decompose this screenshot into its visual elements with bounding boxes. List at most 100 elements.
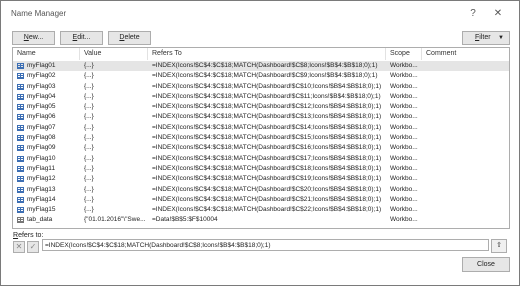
new-button[interactable]: New... [12, 31, 55, 45]
cell-value: {...} [84, 123, 94, 131]
table-row[interactable]: myFlag03 {...} =INDEX(Icons!$C$4:$C$18;MAT… [13, 82, 509, 92]
cell-scope: Workbo... [390, 72, 418, 80]
cell-refers-to: =INDEX(Icons!$C$4:$C$18;MATCH(Dashboard!… [152, 72, 378, 80]
cell-value: {...} [84, 92, 94, 100]
filter-button[interactable]: Filter ▼ [462, 31, 510, 45]
cell-name: myFlag02 [27, 72, 56, 80]
column-header-refers-to[interactable]: Refers To [148, 48, 386, 60]
cell-value: {...} [84, 134, 94, 142]
cell-value: {...} [84, 113, 94, 121]
cell-name: myFlag05 [27, 103, 56, 111]
column-header-value[interactable]: Value [80, 48, 148, 60]
column-header-comment[interactable]: Comment [422, 48, 509, 60]
name-manager-dialog: Name Manager ? ✕ New... Edit... Delete F… [0, 0, 520, 286]
table-row[interactable]: myFlag07 {...} =INDEX(Icons!$C$4:$C$18;MAT… [13, 123, 509, 133]
cell-value: {...} [84, 185, 94, 193]
named-range-icon [17, 83, 24, 90]
table-row[interactable]: myFlag06 {...} =INDEX(Icons!$C$4:$C$18;MAT… [13, 112, 509, 122]
names-list[interactable]: Name Value Refers To Scope Comment myFla… [12, 47, 510, 229]
cell-value: {...} [84, 144, 94, 152]
table-icon [17, 217, 24, 224]
close-button[interactable]: Close [462, 257, 510, 272]
table-row[interactable]: myFlag10 {...} =INDEX(Icons!$C$4:$C$18;MAT… [13, 154, 509, 164]
cell-refers-to: =INDEX(Icons!$C$4:$C$18;MATCH(Dashboard!… [152, 164, 382, 172]
cell-refers-to: =INDEX(Icons!$C$4:$C$18;MATCH(Dashboard!… [152, 82, 382, 90]
cell-scope: Workbo... [390, 164, 418, 172]
cell-name: myFlag15 [27, 206, 56, 214]
cell-value: {...} [84, 175, 94, 183]
named-range-icon [17, 186, 24, 193]
title-bar: Name Manager ? ✕ [1, 1, 519, 27]
refers-to-input[interactable]: =INDEX(Icons!$C$4:$C$18;MATCH(Dashboard!… [42, 239, 489, 251]
cell-name: myFlag10 [27, 154, 56, 162]
table-row[interactable]: myFlag12 {...} =INDEX(Icons!$C$4:$C$18;MAT… [13, 174, 509, 184]
cell-scope: Workbo... [390, 103, 418, 111]
cell-refers-to: =INDEX(Icons!$C$4:$C$18;MATCH(Dashboard!… [152, 206, 382, 214]
cell-name: myFlag14 [27, 195, 56, 203]
table-row[interactable]: myFlag08 {...} =INDEX(Icons!$C$4:$C$18;MAT… [13, 133, 509, 143]
cell-scope: Workbo... [390, 134, 418, 142]
table-row[interactable]: myFlag04 {...} =INDEX(Icons!$C$4:$C$18;MAT… [13, 92, 509, 102]
table-row[interactable]: myFlag05 {...} =INDEX(Icons!$C$4:$C$18;MAT… [13, 102, 509, 112]
cell-name: myFlag13 [27, 185, 56, 193]
cell-refers-to: =INDEX(Icons!$C$4:$C$18;MATCH(Dashboard!… [152, 195, 382, 203]
named-range-icon [17, 93, 24, 100]
delete-button[interactable]: Delete [108, 31, 151, 45]
cell-value: {...} [84, 206, 94, 214]
table-row[interactable]: myFlag02 {...} =INDEX(Icons!$C$4:$C$18;MAT… [13, 71, 509, 81]
cell-name: myFlag06 [27, 113, 56, 121]
dialog-title: Name Manager [11, 9, 67, 18]
cell-scope: Workbo... [390, 206, 418, 214]
cell-value: {...} [84, 82, 94, 90]
column-header-name[interactable]: Name [13, 48, 80, 60]
cell-scope: Workbo... [390, 144, 418, 152]
new-button-label: ew... [28, 34, 44, 41]
cell-name: myFlag09 [27, 144, 56, 152]
named-range-icon [17, 155, 24, 162]
edit-button-label: dit... [77, 34, 91, 41]
cell-scope: Workbo... [390, 113, 418, 121]
collapse-dialog-icon[interactable]: ⇧ [491, 239, 507, 253]
cell-scope: Workbo... [390, 82, 418, 90]
table-row[interactable]: myFlag01 {...} =INDEX(Icons!$C$4:$C$18;MAT… [13, 61, 509, 72]
cell-refers-to: =INDEX(Icons!$C$4:$C$18;MATCH(Dashboard!… [152, 185, 382, 193]
cell-value: {...} [84, 195, 94, 203]
cell-scope: Workbo... [390, 185, 418, 193]
close-icon[interactable]: ✕ [491, 7, 505, 21]
cell-refers-to: =INDEX(Icons!$C$4:$C$18;MATCH(Dashboard!… [152, 103, 382, 111]
named-range-icon [17, 114, 24, 121]
chevron-down-icon: ▼ [498, 35, 504, 41]
table-row[interactable]: myFlag11 {...} =INDEX(Icons!$C$4:$C$18;MAT… [13, 164, 509, 174]
table-row[interactable]: myFlag09 {...} =INDEX(Icons!$C$4:$C$18;MAT… [13, 143, 509, 153]
edit-button[interactable]: Edit... [60, 31, 103, 45]
cell-name: myFlag12 [27, 175, 56, 183]
cell-scope: Workbo... [390, 216, 418, 224]
cell-scope: Workbo... [390, 92, 418, 100]
cell-name: myFlag07 [27, 123, 56, 131]
named-range-icon [17, 124, 24, 131]
table-row[interactable]: tab_data {"01.01.2016"\"Swe... =Data!$B$5:… [13, 215, 509, 225]
help-button[interactable]: ? [466, 7, 480, 21]
named-range-icon [17, 73, 24, 80]
column-header-scope[interactable]: Scope [386, 48, 422, 60]
cancel-edit-icon[interactable]: ✕ [13, 241, 25, 253]
cell-scope: Workbo... [390, 195, 418, 203]
named-range-icon [17, 165, 24, 172]
cell-scope: Workbo... [390, 62, 418, 69]
refers-to-label-text: efers to: [18, 232, 44, 239]
cell-refers-to: =INDEX(Icons!$C$4:$C$18;MATCH(Dashboard!… [152, 123, 382, 131]
cell-value: {"01.01.2016"\"Swe... [84, 216, 146, 224]
cell-value: {...} [84, 103, 94, 111]
named-range-icon [17, 176, 24, 183]
named-range-icon [17, 196, 24, 203]
confirm-edit-icon[interactable]: ✓ [27, 241, 39, 253]
cell-refers-to: =INDEX(Icons!$C$4:$C$18;MATCH(Dashboard!… [152, 62, 378, 69]
table-row[interactable]: myFlag13 {...} =INDEX(Icons!$C$4:$C$18;MAT… [13, 185, 509, 195]
cell-name: myFlag04 [27, 92, 56, 100]
cell-refers-to: =INDEX(Icons!$C$4:$C$18;MATCH(Dashboard!… [152, 113, 382, 121]
table-row[interactable]: myFlag15 {...} =INDEX(Icons!$C$4:$C$18;MAT… [13, 205, 509, 215]
table-row[interactable]: myFlag14 {...} =INDEX(Icons!$C$4:$C$18;MAT… [13, 195, 509, 205]
cell-refers-to: =INDEX(Icons!$C$4:$C$18;MATCH(Dashboard!… [152, 154, 382, 162]
named-range-icon [17, 207, 24, 214]
cell-refers-to: =INDEX(Icons!$C$4:$C$18;MATCH(Dashboard!… [152, 134, 382, 142]
